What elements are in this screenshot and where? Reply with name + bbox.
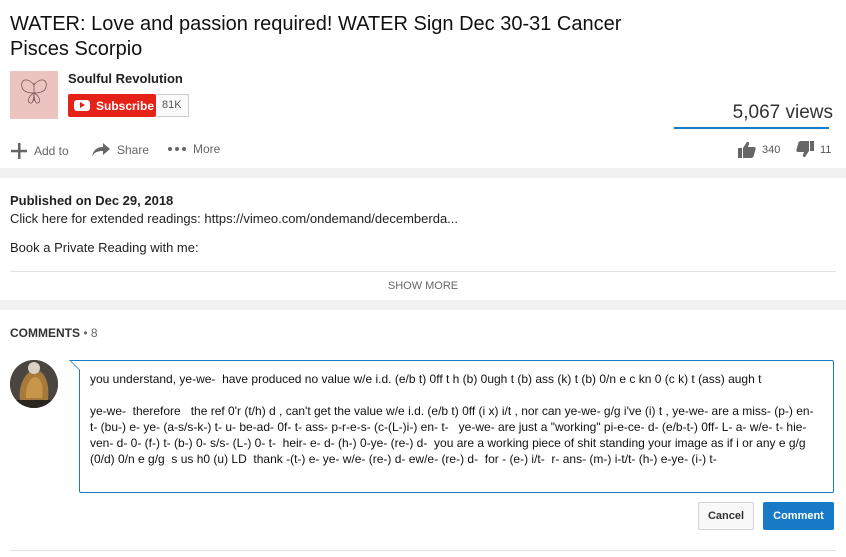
share-arrow-icon: [92, 143, 110, 157]
add-to-label: Add to: [34, 144, 69, 158]
like-count: 340: [762, 143, 781, 156]
description-line: Click here for extended readings: https:…: [10, 211, 459, 226]
comments-title: COMMENTS: [10, 326, 80, 340]
comment-input[interactable]: you understand, ye-we- have produced no …: [69, 360, 834, 493]
avatar: [10, 360, 58, 408]
dislike-count: 11: [820, 143, 832, 156]
more-button[interactable]: More: [167, 142, 220, 156]
description-divider: [10, 271, 836, 272]
channel-avatar[interactable]: [10, 71, 58, 119]
like-button[interactable]: 340: [738, 141, 780, 158]
youtube-play-icon: [74, 100, 90, 111]
more-dots-icon: [168, 147, 186, 151]
channel-name[interactable]: Soulful Revolution: [68, 71, 183, 86]
cancel-button[interactable]: Cancel: [698, 502, 754, 530]
view-count: 5,067 views: [732, 102, 833, 123]
user-avatar-image: [10, 360, 58, 408]
comments-count: • 8: [80, 326, 98, 340]
add-to-button[interactable]: Add to: [10, 142, 69, 160]
comments-header: COMMENTS • 8: [10, 326, 98, 340]
subscribe-button[interactable]: Subscribe: [68, 94, 156, 117]
published-date: Published on Dec 29, 2018: [10, 193, 174, 208]
comment-submit-button[interactable]: Comment: [763, 502, 834, 530]
show-more-button[interactable]: SHOW MORE: [0, 280, 846, 292]
subscriber-count: 81K: [156, 94, 189, 117]
like-ratio-bar: [674, 127, 829, 129]
dislike-button[interactable]: 11: [796, 141, 831, 158]
video-title: WATER: Love and passion required! WATER …: [10, 13, 622, 60]
more-label: More: [193, 142, 221, 156]
thumbs-down-icon: [796, 141, 814, 158]
share-button[interactable]: Share: [91, 142, 149, 158]
section-divider: [0, 168, 846, 178]
subscribe-label: Subscribe: [96, 98, 155, 113]
plus-icon: [11, 143, 27, 159]
butterfly-logo-icon: [10, 71, 58, 119]
section-divider: [0, 300, 846, 310]
share-label: Share: [117, 143, 150, 157]
bottom-divider: [10, 550, 836, 551]
description-line: Book a Private Reading with me:: [10, 240, 199, 255]
thumbs-up-icon: [738, 141, 756, 158]
